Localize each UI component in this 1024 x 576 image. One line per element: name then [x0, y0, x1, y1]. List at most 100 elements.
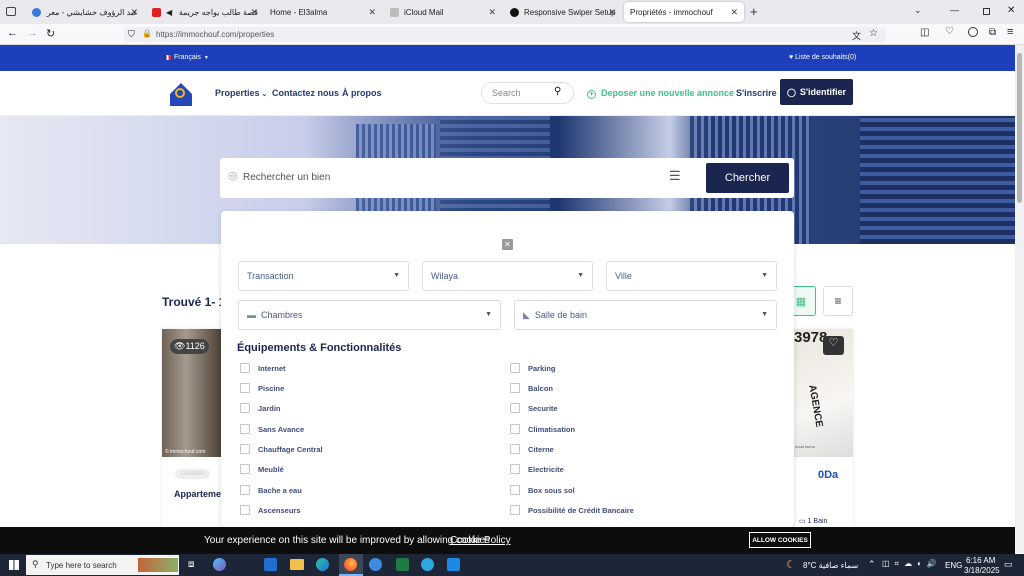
url-text[interactable]: https://immochouf.com/properties [156, 30, 274, 39]
feature-checkbox[interactable]: Citerne [510, 444, 554, 454]
post-ad-link[interactable]: + Deposer une nouvelle annonce [587, 88, 734, 99]
checkbox[interactable] [240, 383, 250, 393]
taskbar-excel-icon[interactable] [396, 558, 409, 571]
tab-close-icon[interactable]: ✕ [730, 7, 738, 18]
feature-checkbox[interactable]: Ascenseurs [240, 505, 301, 515]
checkbox[interactable] [510, 363, 520, 373]
tray-icons[interactable]: ◫⌗☁◐🔊 [882, 559, 942, 569]
checkbox[interactable] [510, 464, 520, 474]
feature-checkbox[interactable]: Chauffage Central [240, 444, 323, 454]
feature-checkbox[interactable]: Balcon [510, 383, 553, 393]
header-search-box[interactable]: Search ⚲ [481, 82, 574, 104]
feature-checkbox[interactable]: Sans Avance [240, 424, 304, 434]
browser-tab[interactable]: Responsive Swiper Setup ✕ [504, 2, 622, 22]
checkbox[interactable] [240, 363, 250, 373]
feature-checkbox[interactable]: Securite [510, 403, 558, 413]
puzzle-icon[interactable]: ⧉ [989, 27, 996, 38]
list-view-button[interactable]: ≡ [823, 286, 853, 316]
feature-checkbox[interactable]: Bache a eau [240, 485, 302, 495]
checkbox[interactable] [240, 424, 250, 434]
feature-checkbox[interactable]: Electricite [510, 464, 564, 474]
weather-text[interactable]: 8°C سماء صافية [803, 561, 858, 570]
feature-checkbox[interactable]: Possibilité de Crédit Bancaire [510, 505, 634, 515]
checkbox[interactable] [510, 383, 520, 393]
tab-overview-icon[interactable] [6, 7, 16, 16]
chambres-select[interactable]: ▬ Chambres ▼ [238, 300, 501, 330]
browser-tab[interactable]: ◀ قصة طالب يواجه جريمة قتل✕ [146, 2, 264, 22]
feature-checkbox[interactable]: Internet [240, 363, 286, 373]
checkbox[interactable] [240, 403, 250, 413]
browser-tab[interactable]: عبد الرؤوف حشايشي - معرض الأ✕ [26, 2, 144, 22]
tab-list-chevron-icon[interactable]: ⌄ [914, 5, 922, 16]
extensions-icon[interactable]: ◫ [920, 27, 929, 38]
url-bar[interactable]: ⛉ 🔒 https://immochouf.com/properties 文 ☆ [124, 27, 886, 42]
tab-close-icon[interactable]: ✕ [368, 7, 376, 18]
page-scrollbar[interactable] [1015, 45, 1024, 553]
tray-chevron-icon[interactable]: ⌃ [868, 559, 876, 570]
property-card[interactable]: 3978 AGENCE ♡ houd immo 0Da ▭ 1 Bain [794, 329, 853, 529]
taskbar-vscode-icon[interactable] [447, 558, 460, 571]
taskbar-folder-icon[interactable] [290, 559, 304, 570]
tab-close-icon[interactable]: ✕ [608, 7, 616, 18]
checkbox[interactable] [510, 505, 520, 515]
filter-sliders-icon[interactable]: ☰ [669, 168, 681, 184]
feature-checkbox[interactable]: Jardin [240, 403, 281, 413]
account-icon[interactable] [968, 27, 978, 37]
close-filter-button[interactable]: ✕ [502, 239, 513, 250]
forward-icon[interactable]: → [27, 27, 38, 39]
clock-date[interactable]: 3/18/2025 [964, 566, 1000, 575]
cookie-policy-link[interactable]: Cookie Policy [450, 535, 511, 546]
start-windows-icon[interactable] [9, 560, 19, 570]
shield-icon[interactable]: ⛉ [128, 29, 135, 40]
language-indicator[interactable]: ENG [945, 561, 962, 570]
maximize-button[interactable] [983, 8, 990, 15]
speaker-icon[interactable]: ◀ [166, 8, 172, 17]
reload-icon[interactable]: ↻ [46, 27, 55, 40]
feature-checkbox[interactable]: Meublé [240, 464, 284, 474]
feature-checkbox[interactable]: Piscine [240, 383, 284, 393]
close-window-button[interactable]: ✕ [1007, 5, 1015, 16]
notification-icon[interactable]: ▭ [1004, 559, 1013, 570]
feature-checkbox[interactable]: Box sous sol [510, 485, 575, 495]
heart-wishlist-icon[interactable]: ♡ [823, 336, 844, 355]
task-view-icon[interactable]: ⧈ [188, 559, 194, 570]
checkbox[interactable] [240, 444, 250, 454]
checkbox[interactable] [510, 424, 520, 434]
checkbox[interactable] [510, 485, 520, 495]
property-title[interactable]: Appartemen [174, 489, 227, 499]
pocket-icon[interactable]: ♡ [945, 26, 954, 37]
checkbox[interactable] [240, 505, 250, 515]
translate-icon[interactable]: 文 [852, 29, 861, 42]
wishlist-link[interactable]: ♥ Liste de souhaits(0) [789, 54, 856, 61]
tab-close-icon[interactable]: ✕ [250, 7, 258, 18]
checkbox[interactable] [240, 485, 250, 495]
nav-properties[interactable]: Properties ⌄ [215, 88, 267, 98]
ville-select[interactable]: Ville ▼ [606, 261, 777, 291]
taskbar-firefox-icon[interactable] [339, 554, 363, 576]
feature-checkbox[interactable]: Parking [510, 363, 556, 373]
browser-tab[interactable]: Home - El3alma ✕ [264, 2, 382, 22]
taskbar-telegram-icon[interactable] [421, 558, 434, 571]
taskbar-app-icon[interactable] [213, 558, 226, 571]
taskbar-search-box[interactable]: ⚲ Type here to search [26, 555, 179, 575]
nav-contact[interactable]: Contactez nous [272, 88, 339, 98]
taskbar-search-placeholder[interactable]: Type here to search [46, 561, 117, 570]
property-card[interactable]: 👁1126 © immochouf.com Location Apparteme… [162, 329, 227, 529]
language-selector[interactable]: Français ▼ [164, 54, 209, 61]
salle-de-bain-select[interactable]: ◣ Salle de bain ▼ [514, 300, 777, 330]
browser-tab[interactable]: iCloud Mail ✕ [384, 2, 502, 22]
header-search-input[interactable]: Search [492, 88, 521, 98]
checkbox[interactable] [510, 444, 520, 454]
feature-checkbox[interactable]: Climatisation [510, 424, 575, 434]
hero-search-button[interactable]: Chercher [706, 163, 789, 193]
tab-close-icon[interactable]: ✕ [130, 7, 138, 18]
wilaya-select[interactable]: Wilaya ▼ [422, 261, 593, 291]
search-icon[interactable]: ⚲ [554, 86, 561, 97]
hero-search-input[interactable]: Rechercher un bien [243, 172, 330, 183]
allow-cookies-button[interactable]: ALLOW COOKIES [749, 532, 811, 548]
checkbox[interactable] [510, 403, 520, 413]
checkbox[interactable] [240, 464, 250, 474]
browser-tab-active[interactable]: Propriétés - immochouf ✕ [624, 2, 744, 22]
scrollbar-thumb[interactable] [1017, 53, 1022, 203]
menu-icon[interactable]: ≡ [1007, 26, 1013, 38]
